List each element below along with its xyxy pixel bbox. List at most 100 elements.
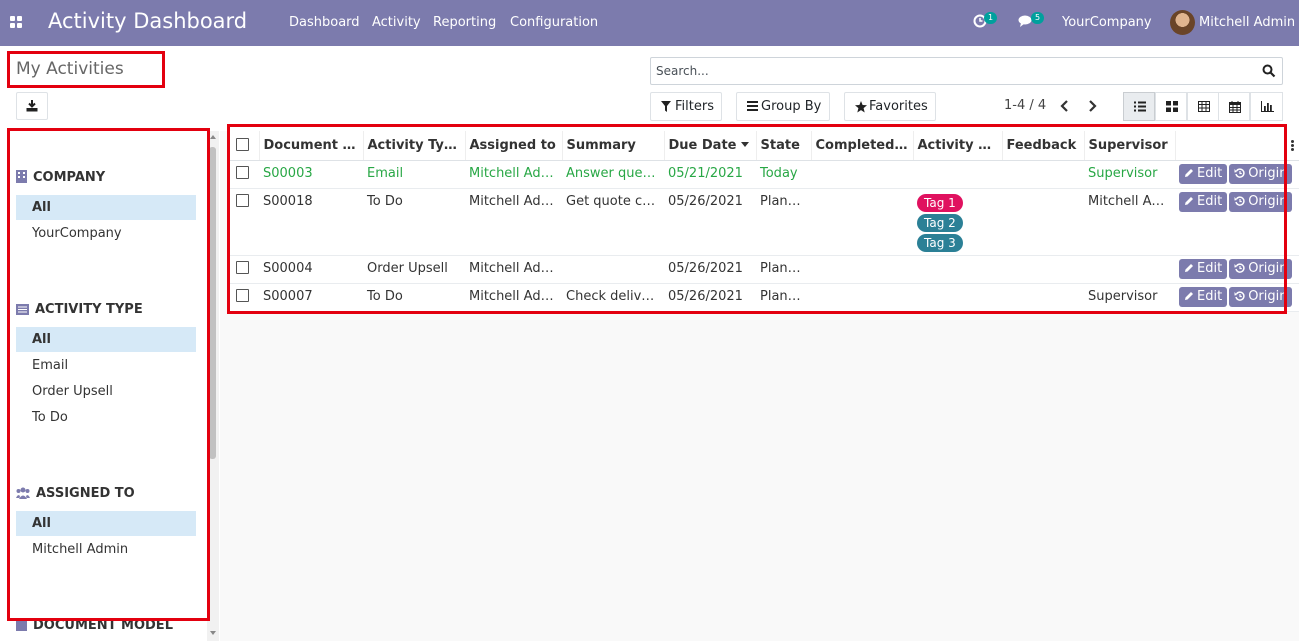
list-view-button[interactable] [1123,92,1155,121]
optional-columns-icon[interactable] [1290,140,1294,152]
filter-activity-type-to-do[interactable]: To Do [16,405,196,430]
app-menu-icon[interactable] [10,16,23,29]
filter-company-yourcompany[interactable]: YourCompany [16,221,196,246]
breadcrumb: My Activities [16,59,124,79]
pencil-icon [1185,291,1193,300]
table-row[interactable]: S00018 To Do Mitchell Admin Get quote con..… [230,188,1299,256]
filter-activity-type-all[interactable]: All [16,327,196,352]
column-due-date[interactable]: Due Date [663,131,756,161]
row-checkbox[interactable] [230,283,259,312]
filter-company-all[interactable]: All [16,195,196,220]
cell-completed-date [811,255,913,284]
favorites-button[interactable]: Favorites [844,92,936,121]
activity-count-badge: 1 [984,12,997,24]
origin-button[interactable]: Origin [1229,286,1293,307]
cell-assigned-to: Mitchell Admin [465,283,562,312]
history-icon [1234,262,1245,273]
edit-button[interactable]: Edit [1179,258,1228,279]
filter-activity-type-order-upsell[interactable]: Order Upsell [16,379,196,404]
origin-button[interactable]: Origin [1229,163,1293,184]
sort-descending-icon [741,141,750,147]
pager-next-icon[interactable] [1085,98,1099,114]
cell-completed-date [811,160,913,189]
group-by-button[interactable]: Group By [736,92,830,121]
search-icon[interactable] [1262,64,1276,78]
column-completed-date[interactable]: Completed D... [810,131,913,161]
cell-due-date: 05/26/2021 [664,255,756,284]
scrollbar-thumb[interactable] [209,147,216,459]
column-assigned-to[interactable]: Assigned to [464,131,562,161]
group-by-label: Group By [761,99,822,114]
company-switcher[interactable]: YourCompany [1062,15,1152,30]
favorites-label: Favorites [869,99,928,114]
cell-feedback [1002,188,1084,256]
table-row[interactable]: S00007 To Do Mitchell Admin Check deliver..… [230,283,1299,312]
column-activity-type[interactable]: Activity Type [362,131,465,161]
cell-assigned-to: Mitchell Admin [465,188,562,256]
user-avatar[interactable] [1170,10,1195,35]
menu-dashboard[interactable]: Dashboard [289,15,360,30]
cell-activity-tags [913,160,1002,189]
document-icon [16,619,27,631]
edit-button[interactable]: Edit [1179,286,1228,307]
edit-button[interactable]: Edit [1179,191,1228,212]
column-supervisor[interactable]: Supervisor [1083,131,1175,161]
table-row[interactable]: S00003 Email Mitchell Admin Answer questi..… [230,160,1299,189]
table-body: S00003 Email Mitchell Admin Answer questi..… [230,160,1299,312]
message-count-badge: 5 [1031,12,1044,24]
star-icon [855,101,867,113]
row-checkbox[interactable] [230,188,259,256]
activity-tag: Tag 1 [917,193,963,212]
graph-view-icon [1261,101,1274,112]
document-model-section-title: DOCUMENT MODEL [16,618,173,633]
origin-button[interactable]: Origin [1229,258,1293,279]
cell-state: Planned [756,283,811,312]
menu-activity[interactable]: Activity [372,15,421,30]
search-bar [650,57,1283,85]
column-state[interactable]: State [755,131,811,161]
row-checkbox[interactable] [230,255,259,284]
kanban-view-button[interactable] [1155,92,1187,121]
row-checkbox[interactable] [230,160,259,189]
graph-view-button[interactable] [1250,92,1283,121]
pager-previous-icon[interactable] [1058,98,1072,114]
calendar-view-button[interactable] [1218,92,1250,121]
filter-assigned-all[interactable]: All [16,511,196,536]
pivot-view-icon [1198,101,1210,112]
pivot-view-button[interactable] [1187,92,1219,121]
download-icon [26,100,38,112]
table-header-row: Document N... Activity Type Assigned to … [230,131,1299,161]
menu-reporting[interactable]: Reporting [433,15,496,30]
download-button[interactable] [16,92,48,120]
pager-value[interactable]: 1-4 / 4 [1004,98,1046,113]
app-title: Activity Dashboard [48,9,248,33]
cell-document: S00007 [259,283,363,312]
side-panel-scrollbar[interactable] [207,131,219,641]
user-menu[interactable]: Mitchell Admin [1199,15,1295,30]
cell-due-date: 05/26/2021 [664,188,756,256]
select-all-checkbox[interactable] [230,131,259,161]
column-summary[interactable]: Summary [561,131,664,161]
scroll-up-arrow-icon[interactable] [210,135,216,139]
filter-activity-type-email[interactable]: Email [16,353,196,378]
filters-button[interactable]: Filters [650,92,722,121]
history-icon [1234,195,1245,206]
cell-summary: Answer questi... [562,160,664,189]
filter-assigned-mitchell-admin[interactable]: Mitchell Admin [16,537,196,562]
column-document[interactable]: Document N... [258,131,363,161]
origin-button[interactable]: Origin [1229,191,1293,212]
cell-state: Planned [756,188,811,256]
activity-tag: Tag 2 [917,213,963,232]
edit-button[interactable]: Edit [1179,163,1228,184]
search-input[interactable] [656,64,1246,78]
menu-configuration[interactable]: Configuration [510,15,598,30]
column-feedback[interactable]: Feedback [1001,131,1084,161]
cell-actions: Edit Origin [1175,188,1299,256]
cell-assigned-to: Mitchell Admin [465,255,562,284]
table-row[interactable]: S00004 Order Upsell Mitchell Admin 05/26/20… [230,255,1299,284]
top-navbar: Activity Dashboard Dashboard Activity Re… [0,0,1299,46]
cell-activity-type: To Do [363,283,465,312]
cell-document: S00004 [259,255,363,284]
scroll-down-arrow-icon[interactable] [210,631,216,635]
column-activity-tags[interactable]: Activity Tags [912,131,1002,161]
